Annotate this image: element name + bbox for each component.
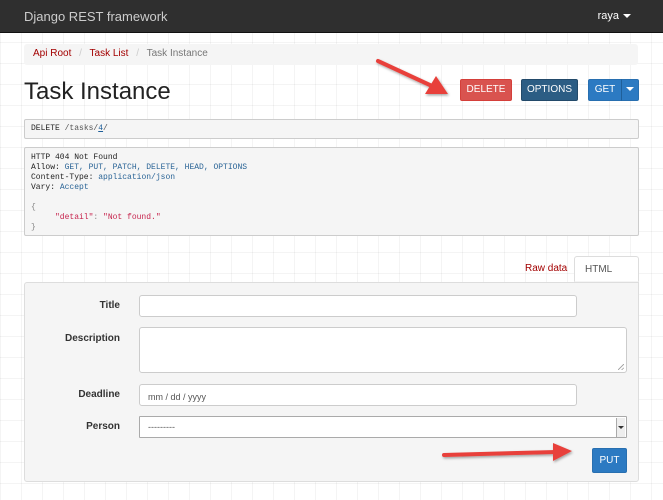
delete-button[interactable]: DELETE bbox=[460, 79, 512, 101]
response-header-content-type: Content-Type: application/json bbox=[31, 173, 632, 183]
get-button[interactable]: GET bbox=[588, 79, 622, 101]
breadcrumb-current: Task Instance bbox=[146, 48, 208, 59]
dropdown-arrow-icon[interactable] bbox=[616, 418, 625, 437]
response-info: HTTP 404 Not Found Allow: GET, PUT, PATC… bbox=[24, 147, 639, 236]
options-button[interactable]: OPTIONS bbox=[521, 79, 578, 101]
user-name: raya bbox=[597, 10, 619, 22]
breadcrumb-api-root[interactable]: Api Root bbox=[33, 48, 71, 59]
put-button[interactable]: PUT bbox=[592, 448, 627, 473]
request-info: DELETE /tasks/4/ bbox=[24, 119, 639, 139]
navbar: Django REST framework raya bbox=[0, 0, 663, 33]
deadline-label: Deadline bbox=[78, 389, 120, 400]
person-label: Person bbox=[86, 421, 120, 432]
deadline-placeholder: mm / dd / yyyy bbox=[148, 392, 207, 402]
header-key: Vary: bbox=[31, 183, 56, 192]
response-body-line: "detail": "Not found." bbox=[31, 213, 632, 223]
header-key: Allow: bbox=[31, 163, 60, 172]
header-key: Content-Type: bbox=[31, 173, 94, 182]
title-label: Title bbox=[99, 300, 120, 311]
description-label: Description bbox=[64, 333, 120, 344]
json-colon: : bbox=[93, 213, 104, 222]
tab-html-form[interactable]: HTML form bbox=[574, 256, 639, 301]
get-format-dropdown[interactable] bbox=[621, 79, 639, 101]
json-key: "detail" bbox=[55, 213, 94, 222]
description-textarea[interactable] bbox=[139, 327, 627, 373]
response-body-open: { bbox=[31, 203, 36, 212]
breadcrumb: Api Root / Task List / Task Instance bbox=[24, 44, 638, 65]
arrow-to-delete-icon bbox=[376, 59, 448, 94]
breadcrumb-task-list[interactable]: Task List bbox=[90, 48, 129, 59]
deadline-date-input[interactable]: mm / dd / yyyy bbox=[139, 384, 577, 406]
request-path: /tasks/4/ bbox=[65, 124, 108, 133]
breadcrumb-separator: / bbox=[79, 48, 82, 59]
tab-raw-data[interactable]: Raw data bbox=[515, 256, 577, 282]
request-path-prefix: /tasks/ bbox=[64, 124, 99, 133]
response-header-allow: Allow: GET, PUT, PATCH, DELETE, HEAD, OP… bbox=[31, 163, 632, 173]
header-value: application/json bbox=[98, 173, 176, 182]
brand-title[interactable]: Django REST framework bbox=[24, 9, 168, 24]
json-value: "Not found." bbox=[103, 213, 161, 222]
request-method: DELETE bbox=[31, 124, 60, 133]
response-body-close: } bbox=[31, 223, 36, 232]
breadcrumb-separator: / bbox=[136, 48, 139, 59]
resize-grip-icon[interactable] bbox=[618, 364, 624, 370]
user-menu[interactable]: raya bbox=[598, 10, 631, 22]
response-header-vary: Vary: Accept bbox=[31, 183, 632, 193]
caret-down-icon bbox=[623, 14, 631, 19]
caret-down-icon bbox=[626, 87, 634, 91]
person-select[interactable]: --------- bbox=[139, 416, 627, 438]
request-path-suffix: / bbox=[103, 124, 108, 133]
header-value: GET, PUT, PATCH, DELETE, HEAD, OPTIONS bbox=[64, 163, 248, 172]
response-status: HTTP 404 Not Found bbox=[31, 153, 118, 162]
header-value: Accept bbox=[59, 183, 89, 192]
person-selected-value: --------- bbox=[148, 422, 175, 432]
title-input[interactable] bbox=[139, 295, 577, 317]
page-title: Task Instance bbox=[24, 78, 171, 105]
